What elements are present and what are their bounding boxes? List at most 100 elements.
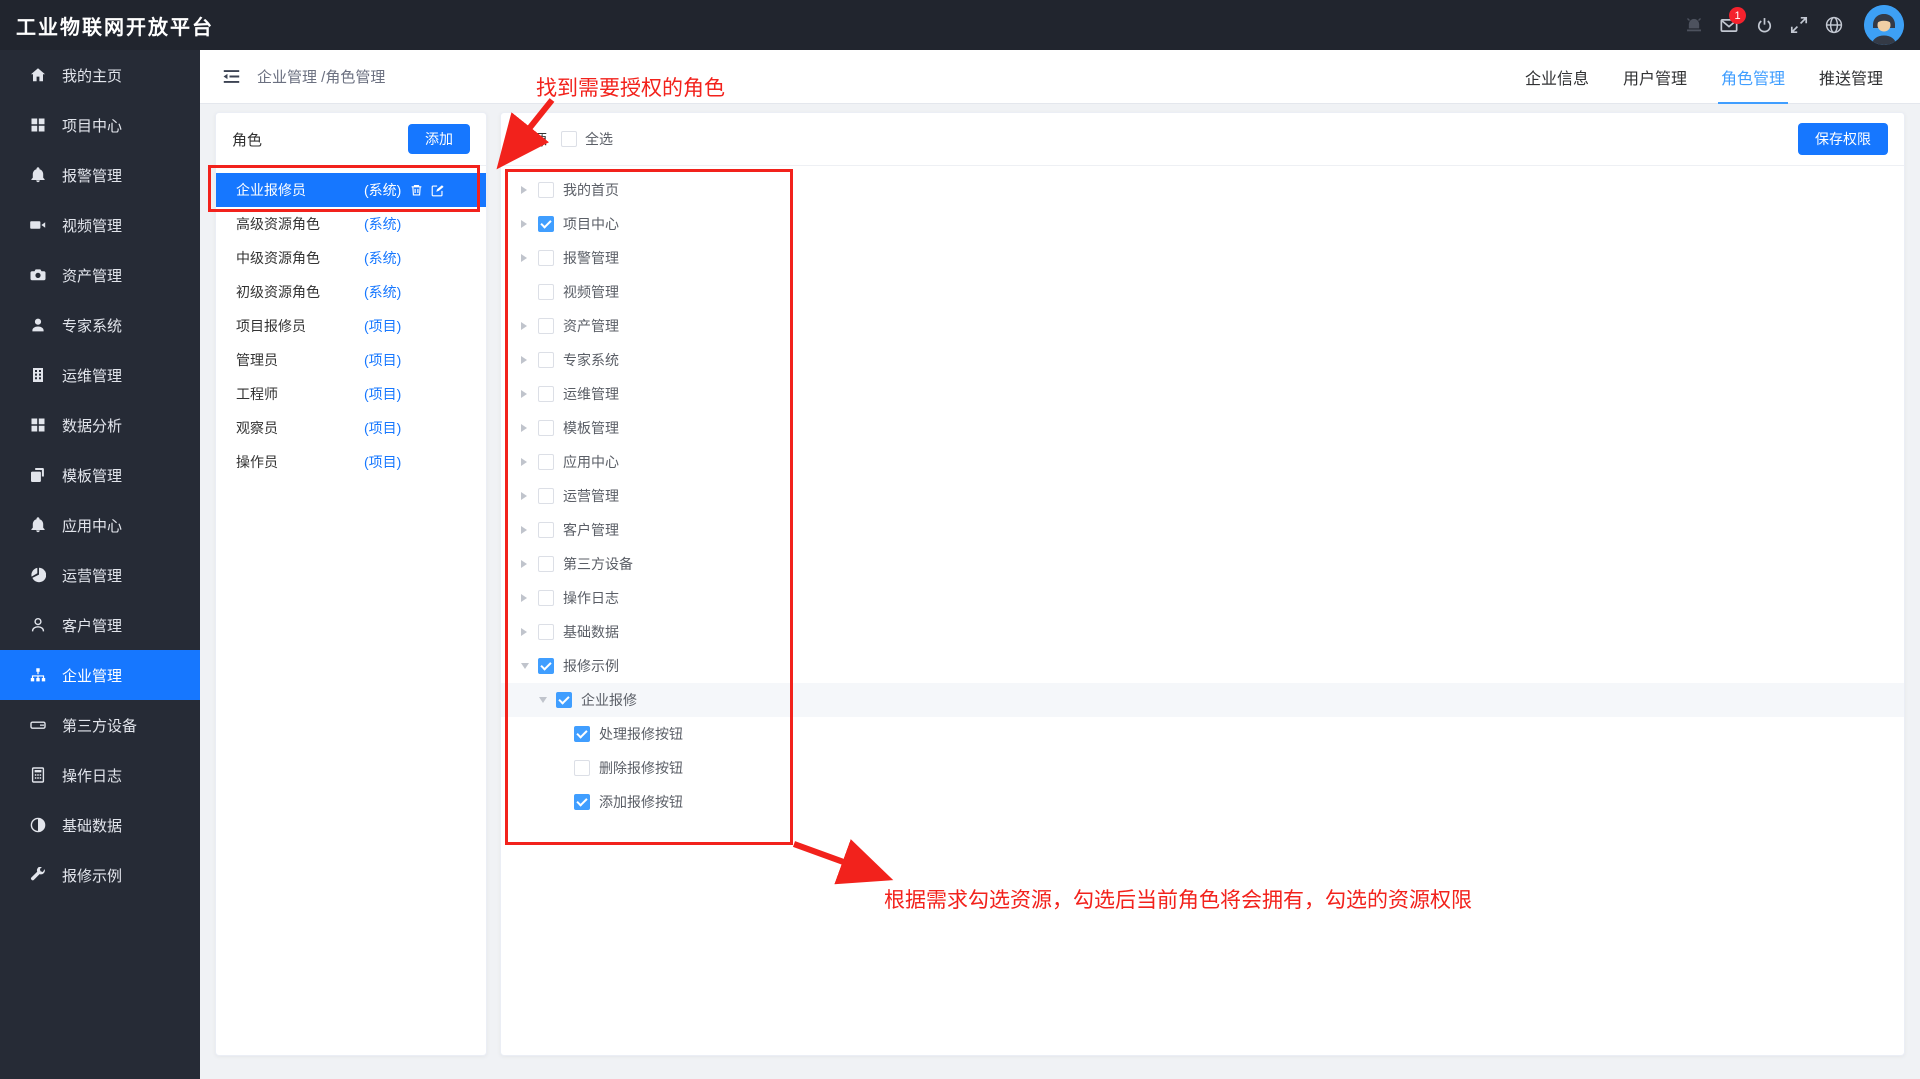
- tree-item[interactable]: 报警管理: [501, 241, 1904, 275]
- role-row[interactable]: 观察员 (项目): [216, 411, 486, 445]
- caret-right-icon[interactable]: [521, 458, 538, 466]
- sidebar-item-customer-mgmt[interactable]: 客户管理: [0, 600, 200, 650]
- power-icon[interactable]: [1755, 16, 1773, 34]
- tree-item[interactable]: 添加报修按钮: [501, 785, 1904, 819]
- caret-right-icon[interactable]: [521, 220, 538, 228]
- sidebar-item-asset-mgmt[interactable]: 资产管理: [0, 250, 200, 300]
- caret-right-icon[interactable]: [521, 254, 538, 262]
- checkbox-checked[interactable]: [574, 726, 590, 742]
- sidebar-item-operation-log[interactable]: 操作日志: [0, 750, 200, 800]
- tree-item[interactable]: 报修示例: [501, 649, 1904, 683]
- tree-item[interactable]: 我的首页: [501, 173, 1904, 207]
- tree-item-label: 第三方设备: [563, 556, 633, 572]
- sidebar-item-my-home[interactable]: 我的主页: [0, 50, 200, 100]
- checkbox[interactable]: [538, 318, 554, 334]
- tree-item[interactable]: 应用中心: [501, 445, 1904, 479]
- fullscreen-icon[interactable]: [1790, 16, 1808, 34]
- checkbox-checked[interactable]: [538, 658, 554, 674]
- checkbox[interactable]: [538, 556, 554, 572]
- sidebar-item-operation-mgmt[interactable]: 运营管理: [0, 550, 200, 600]
- tree-item[interactable]: 视频管理: [501, 275, 1904, 309]
- tab-user-mgmt[interactable]: 用户管理: [1606, 50, 1704, 104]
- tree-item[interactable]: 基础数据: [501, 615, 1904, 649]
- checkbox[interactable]: [538, 284, 554, 300]
- role-name: 项目报修员: [236, 318, 306, 334]
- tree-item[interactable]: 第三方设备: [501, 547, 1904, 581]
- checkbox[interactable]: [538, 454, 554, 470]
- checkbox[interactable]: [538, 590, 554, 606]
- sitemap-icon: [29, 667, 46, 684]
- tab-role-mgmt[interactable]: 角色管理: [1704, 50, 1802, 104]
- avatar[interactable]: [1864, 5, 1904, 45]
- sidebar-item-expert-system[interactable]: 专家系统: [0, 300, 200, 350]
- collapse-menu-icon[interactable]: [222, 67, 242, 87]
- sidebar-item-app-center[interactable]: 应用中心: [0, 500, 200, 550]
- sidebar-item-third-party-device[interactable]: 第三方设备: [0, 700, 200, 750]
- tree-item[interactable]: 操作日志: [501, 581, 1904, 615]
- caret-down-icon[interactable]: [539, 697, 556, 703]
- add-role-button[interactable]: 添加: [408, 124, 470, 154]
- sidebar-item-template-mgmt[interactable]: 模板管理: [0, 450, 200, 500]
- checkbox[interactable]: [538, 420, 554, 436]
- sidebar-item-ops-mgmt[interactable]: 运维管理: [0, 350, 200, 400]
- checkbox[interactable]: [574, 760, 590, 776]
- checkbox[interactable]: [538, 624, 554, 640]
- caret-right-icon[interactable]: [521, 390, 538, 398]
- delete-role-icon[interactable]: [410, 184, 423, 197]
- caret-right-icon[interactable]: [521, 526, 538, 534]
- checkbox[interactable]: [538, 522, 554, 538]
- sidebar-item-basic-data[interactable]: 基础数据: [0, 800, 200, 850]
- sidebar-item-alarm-mgmt[interactable]: 报警管理: [0, 150, 200, 200]
- sidebar-item-enterprise-mgmt[interactable]: 企业管理: [0, 650, 200, 700]
- caret-right-icon[interactable]: [521, 356, 538, 364]
- tree-item[interactable]: 项目中心: [501, 207, 1904, 241]
- role-row[interactable]: 中级资源角色 (系统): [216, 241, 486, 275]
- caret-right-icon[interactable]: [521, 628, 538, 636]
- globe-icon[interactable]: [1825, 16, 1843, 34]
- tree-item-highlighted[interactable]: 企业报修: [501, 683, 1904, 717]
- sidebar-item-repair-example[interactable]: 报修示例: [0, 850, 200, 900]
- caret-right-icon[interactable]: [521, 492, 538, 500]
- checkbox-checked[interactable]: [574, 794, 590, 810]
- caret-right-icon[interactable]: [521, 560, 538, 568]
- sidebar-item-video-mgmt[interactable]: 视频管理: [0, 200, 200, 250]
- tree-item[interactable]: 运营管理: [501, 479, 1904, 513]
- role-row[interactable]: 工程师 (项目): [216, 377, 486, 411]
- checkbox-checked[interactable]: [538, 216, 554, 232]
- checkbox[interactable]: [538, 386, 554, 402]
- tree-item[interactable]: 资产管理: [501, 309, 1904, 343]
- tab-enterprise-info[interactable]: 企业信息: [1508, 50, 1606, 104]
- tree-item[interactable]: 处理报修按钮: [501, 717, 1904, 751]
- checkbox[interactable]: [538, 352, 554, 368]
- tree-item[interactable]: 专家系统: [501, 343, 1904, 377]
- tab-push-mgmt[interactable]: 推送管理: [1802, 50, 1900, 104]
- caret-right-icon[interactable]: [521, 424, 538, 432]
- role-row[interactable]: 高级资源角色 (系统): [216, 207, 486, 241]
- select-all-checkbox[interactable]: [561, 131, 578, 147]
- role-row[interactable]: 初级资源角色 (系统): [216, 275, 486, 309]
- caret-right-icon[interactable]: [521, 186, 538, 194]
- mail-icon[interactable]: 1: [1720, 7, 1746, 34]
- sidebar-item-data-analysis[interactable]: 数据分析: [0, 400, 200, 450]
- tree-item-label: 企业报修: [581, 692, 637, 708]
- role-row[interactable]: 操作员 (项目): [216, 445, 486, 479]
- checkbox[interactable]: [538, 250, 554, 266]
- tree-item[interactable]: 运维管理: [501, 377, 1904, 411]
- edit-role-icon[interactable]: [431, 184, 445, 197]
- sidebar-item-project-center[interactable]: 项目中心: [0, 100, 200, 150]
- save-permissions-button[interactable]: 保存权限: [1798, 123, 1888, 155]
- tree-item[interactable]: 模板管理: [501, 411, 1904, 445]
- caret-right-icon[interactable]: [521, 322, 538, 330]
- checkbox[interactable]: [538, 488, 554, 504]
- alarm-icon[interactable]: [1685, 16, 1703, 34]
- role-row[interactable]: 项目报修员 (项目): [216, 309, 486, 343]
- role-row-selected[interactable]: 企业报修员 (系统): [216, 173, 486, 207]
- tree-item[interactable]: 删除报修按钮: [501, 751, 1904, 785]
- caret-right-icon[interactable]: [521, 594, 538, 602]
- tree-item[interactable]: 客户管理: [501, 513, 1904, 547]
- role-row[interactable]: 管理员 (项目): [216, 343, 486, 377]
- checkbox-checked[interactable]: [556, 692, 572, 708]
- caret-down-icon[interactable]: [521, 663, 538, 669]
- tab-bar: 企业信息 用户管理 角色管理 推送管理: [1508, 50, 1900, 104]
- checkbox[interactable]: [538, 182, 554, 198]
